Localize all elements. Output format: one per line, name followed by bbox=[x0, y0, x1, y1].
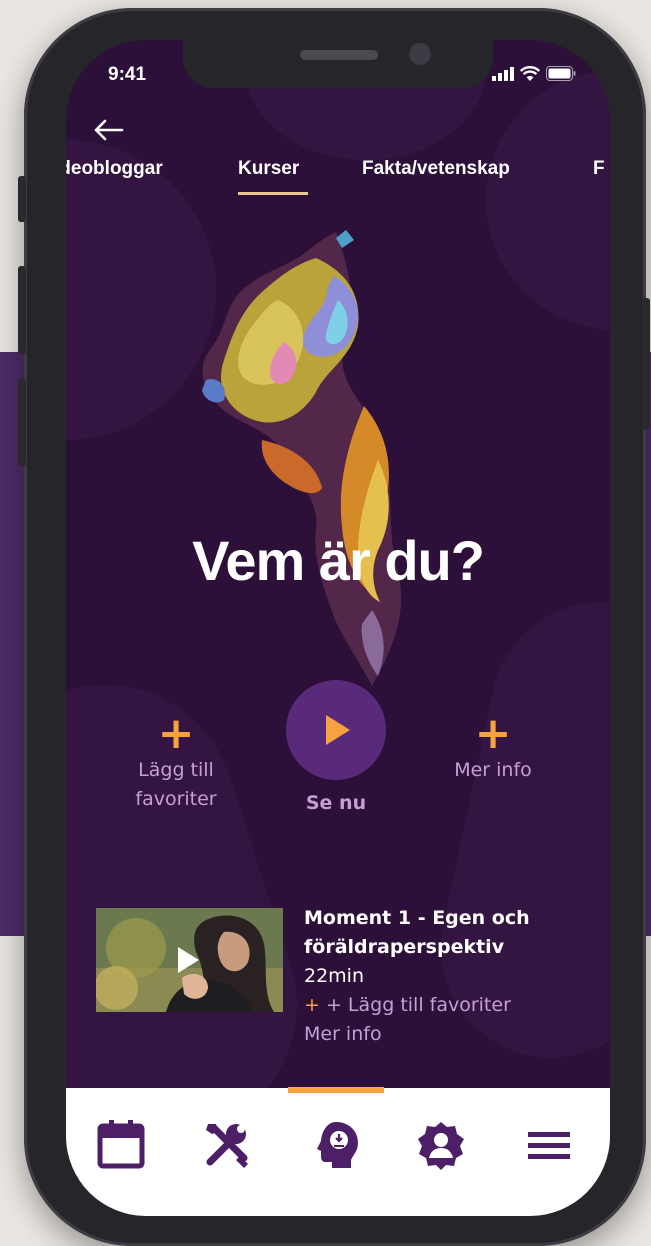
tab-fakta-vetenskap[interactable]: Fakta/vetenskap bbox=[362, 158, 510, 180]
tab-videobloggar[interactable]: ideobloggar bbox=[66, 158, 163, 180]
volume-up-button bbox=[18, 266, 26, 354]
plus-icon: + bbox=[474, 708, 512, 759]
episode-thumbnail[interactable] bbox=[96, 908, 283, 1012]
watch-now-label: Se nu bbox=[305, 792, 367, 814]
menu-icon bbox=[528, 1132, 570, 1159]
signal-icon bbox=[492, 66, 514, 81]
tab-next[interactable]: F bbox=[593, 158, 605, 180]
add-favorite-action[interactable]: + Lägg till favoriter bbox=[106, 712, 246, 814]
tools-icon bbox=[206, 1124, 248, 1168]
course-title: Vem är du? bbox=[192, 529, 485, 592]
status-icons bbox=[492, 66, 576, 81]
episode-add-favorite-label: + Lägg till favoriter bbox=[325, 994, 511, 1016]
active-tab-underline bbox=[238, 192, 308, 195]
device-notch bbox=[183, 40, 493, 88]
back-button[interactable] bbox=[92, 110, 132, 150]
nav-courses[interactable] bbox=[312, 1120, 362, 1170]
more-info-label: Mer info bbox=[454, 759, 532, 781]
episode-item: Moment 1 - Egen och föräldraperspektiv 2… bbox=[96, 907, 596, 1058]
hero-artwork bbox=[202, 230, 402, 686]
plus-icon: + bbox=[157, 708, 195, 759]
badge-icon bbox=[418, 1122, 464, 1170]
active-nav-indicator bbox=[288, 1087, 384, 1093]
head-icon bbox=[317, 1122, 358, 1168]
wifi-icon bbox=[520, 66, 540, 81]
nav-calendar[interactable] bbox=[96, 1120, 146, 1170]
thumbnail-play-icon bbox=[178, 947, 199, 973]
front-camera bbox=[409, 43, 431, 65]
more-info-action[interactable]: + Mer info bbox=[423, 712, 563, 785]
volume-down-button bbox=[18, 378, 26, 466]
status-time: 9:41 bbox=[108, 64, 147, 85]
tab-kurser[interactable]: Kurser bbox=[238, 158, 299, 180]
episode-duration: 22min bbox=[304, 965, 365, 987]
calendar-icon bbox=[97, 1120, 145, 1169]
play-button[interactable] bbox=[286, 680, 386, 780]
battery-icon bbox=[546, 66, 576, 81]
nav-tools[interactable] bbox=[202, 1120, 252, 1170]
back-arrow-icon bbox=[94, 119, 124, 141]
power-button bbox=[642, 298, 650, 430]
app-screen: 9:41 ideobloggar Kurser Fakta/vetenskap … bbox=[66, 40, 610, 1216]
episode-title: Moment 1 - Egen och föräldraperspektiv bbox=[304, 907, 530, 958]
play-icon bbox=[326, 715, 350, 745]
nav-menu[interactable] bbox=[524, 1120, 574, 1170]
add-favorite-label: Lägg till favoriter bbox=[135, 759, 217, 810]
category-tabs: ideobloggar Kurser Fakta/vetenskap F bbox=[66, 158, 610, 202]
episode-more-info-link[interactable]: Mer info bbox=[304, 1020, 382, 1049]
mute-switch bbox=[18, 176, 26, 222]
nav-profile[interactable] bbox=[416, 1120, 466, 1170]
plus-icon: + bbox=[304, 994, 320, 1016]
episode-add-favorite-link[interactable]: + + Lägg till favoriter bbox=[304, 991, 511, 1020]
speaker-grille bbox=[300, 50, 378, 60]
